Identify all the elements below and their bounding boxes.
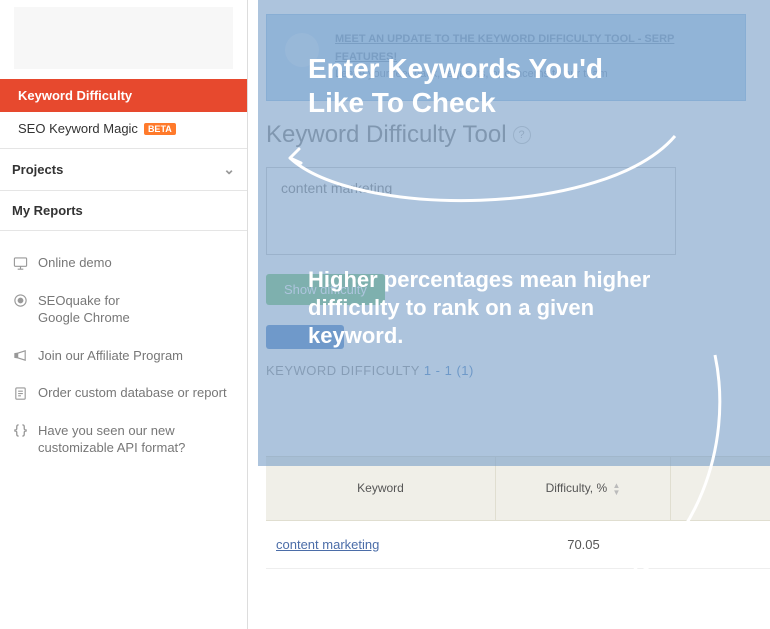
sidebar-separator xyxy=(0,230,247,244)
nav-item-keyword-difficulty[interactable]: Keyword Difficulty xyxy=(0,79,247,112)
th-label: Keyword xyxy=(357,481,404,495)
sidebar-section-projects[interactable]: Projects ⌄ xyxy=(0,148,247,190)
link-seoquake[interactable]: SEOquake for Google Chrome xyxy=(12,282,235,337)
th-volume[interactable]: Volu xyxy=(671,457,770,520)
th-difficulty[interactable]: Difficulty, % ▲▼ xyxy=(496,457,671,520)
page-title: Keyword Difficulty Tool ? xyxy=(266,121,770,149)
results-label-text: KEYWORD DIFFICULTY xyxy=(266,363,420,378)
callout-higher-percentages: Higher percentages mean higher difficult… xyxy=(308,266,688,350)
megaphone-icon xyxy=(12,348,28,364)
link-label: Order custom database or report xyxy=(38,384,227,402)
table-row: content marketing 70.05 xyxy=(266,521,770,569)
th-keyword[interactable]: Keyword xyxy=(266,457,496,520)
target-icon xyxy=(12,293,28,309)
results-section-label: KEYWORD DIFFICULTY 1 - 1 (1) xyxy=(266,363,770,378)
sidebar: Keyword Difficulty SEO Keyword Magic BET… xyxy=(0,0,248,629)
link-label: Join our Affiliate Program xyxy=(38,347,183,365)
link-order-database[interactable]: Order custom database or report xyxy=(12,374,235,412)
sidebar-placeholder-box xyxy=(14,7,233,69)
link-label: SEOquake for Google Chrome xyxy=(38,292,130,327)
td-difficulty: 70.05 xyxy=(496,521,671,568)
nav-sub-label: SEO Keyword Magic xyxy=(18,121,138,136)
th-label: Difficulty, % xyxy=(546,481,608,495)
sidebar-section-my-reports[interactable]: My Reports xyxy=(0,190,247,230)
section-label: Projects xyxy=(12,162,63,177)
sidebar-link-list: Online demo SEOquake for Google Chrome J… xyxy=(0,244,247,467)
results-table: Keyword Difficulty, % ▲▼ Volu content ma… xyxy=(266,456,770,569)
td-keyword: content marketing xyxy=(266,521,496,568)
braces-icon xyxy=(12,423,28,439)
link-label: Have you seen our new customizable API f… xyxy=(38,422,185,457)
section-label: My Reports xyxy=(12,203,83,218)
sort-icon: ▲▼ xyxy=(613,482,621,496)
monitor-icon xyxy=(12,255,28,271)
nav-label: Keyword Difficulty xyxy=(18,88,132,103)
beta-badge: BETA xyxy=(144,123,176,135)
chevron-down-icon: ⌄ xyxy=(223,161,235,178)
nav-item-seo-keyword-magic[interactable]: SEO Keyword Magic BETA xyxy=(0,112,247,148)
callout-enter-keywords: Enter Keywords You'd Like To Check xyxy=(308,52,648,119)
results-count: 1 - 1 (1) xyxy=(424,363,474,378)
link-api-format[interactable]: Have you seen our new customizable API f… xyxy=(12,412,235,467)
page-title-text: Keyword Difficulty Tool xyxy=(266,121,507,149)
link-affiliate[interactable]: Join our Affiliate Program xyxy=(12,337,235,375)
table-header-row: Keyword Difficulty, % ▲▼ Volu xyxy=(266,456,770,521)
clipboard-icon xyxy=(12,385,28,401)
link-online-demo[interactable]: Online demo xyxy=(12,244,235,282)
link-label: Online demo xyxy=(38,254,112,272)
help-icon[interactable]: ? xyxy=(513,126,531,144)
keyword-link[interactable]: content marketing xyxy=(276,537,379,552)
keyword-input[interactable] xyxy=(266,167,676,255)
